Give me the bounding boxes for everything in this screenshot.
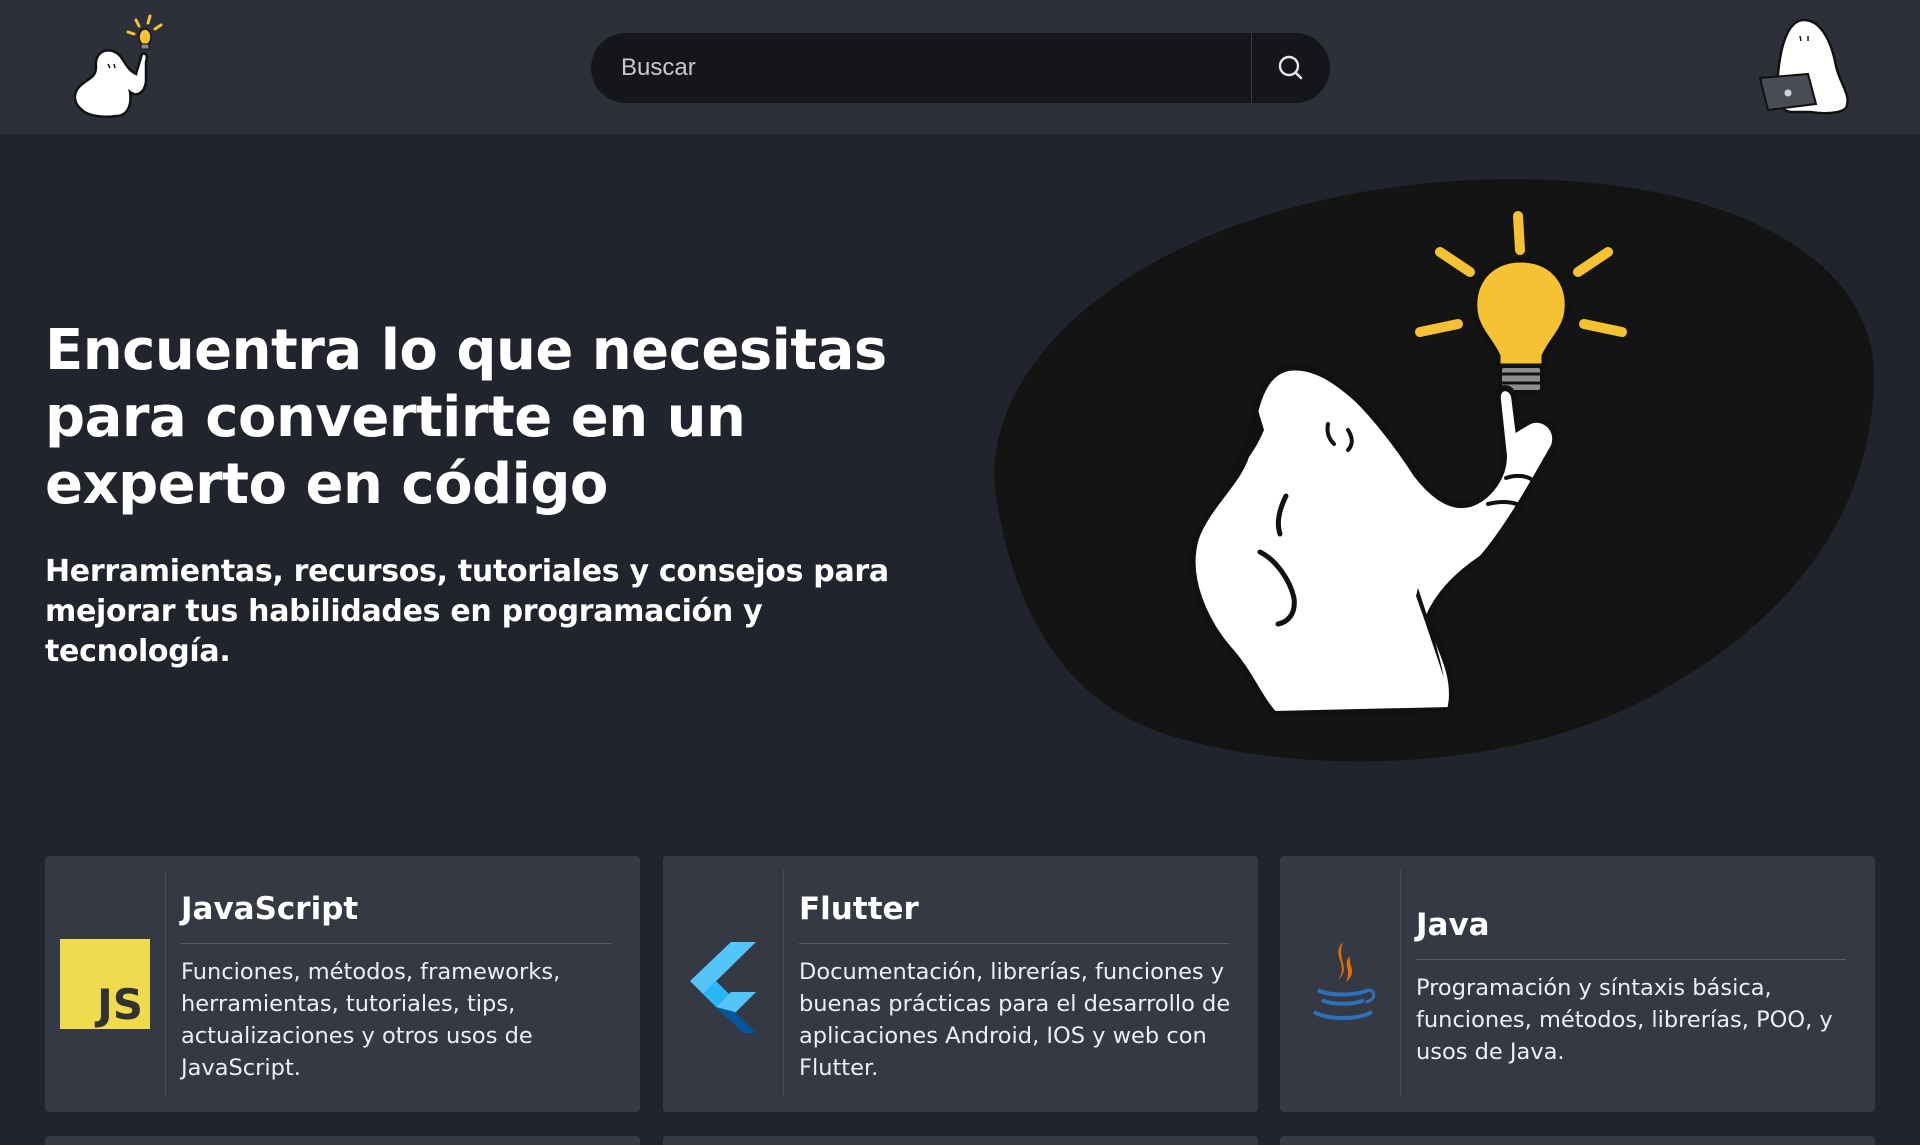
flutter-icon: [690, 942, 756, 1033]
card-title-rule: [1416, 959, 1846, 960]
card-divider: [1400, 870, 1401, 1096]
ghost-idea-illustration: [958, 178, 1878, 768]
search-icon: [1278, 55, 1303, 80]
card-icon-area: [663, 856, 783, 1112]
card-icon-area: JS: [45, 856, 165, 1112]
card-next-row[interactable]: [45, 1136, 640, 1145]
card-title: Flutter: [799, 891, 919, 927]
search-input[interactable]: [591, 33, 1251, 103]
card-next-row[interactable]: [1280, 1136, 1875, 1145]
javascript-icon: JS: [60, 939, 150, 1029]
card-flutter[interactable]: Flutter Documentación, librerías, funcio…: [663, 856, 1258, 1112]
card-description: Documentación, librerías, funciones y bu…: [799, 959, 1231, 1081]
java-icon: [1313, 942, 1376, 1020]
ghost-laptop-icon[interactable]: [1756, 14, 1854, 118]
card-title: Java: [1416, 907, 1490, 943]
search-bar: [591, 33, 1330, 103]
hero-subtitle: Herramientas, recursos, tutoriales y con…: [45, 554, 889, 669]
card-next-row[interactable]: [663, 1136, 1258, 1145]
top-navbar: [0, 0, 1920, 134]
card-description: Programación y síntaxis básica, funcione…: [1416, 975, 1833, 1065]
card-title: JavaScript: [181, 891, 359, 927]
card-javascript[interactable]: JS JavaScript Funciones, métodos, framew…: [45, 856, 640, 1112]
search-button[interactable]: [1252, 33, 1330, 103]
card-java[interactable]: Java Programación y síntaxis básica, fun…: [1280, 856, 1875, 1112]
card-title-rule: [181, 943, 611, 944]
javascript-icon-text: JS: [94, 980, 143, 1029]
ghost-lightbulb-logo-icon[interactable]: [66, 12, 166, 120]
card-divider: [165, 870, 166, 1096]
card-icon-area: [1280, 856, 1400, 1112]
card-description: Funciones, métodos, frameworks, herramie…: [181, 959, 561, 1081]
card-divider: [783, 870, 784, 1096]
card-title-rule: [799, 943, 1229, 944]
hero-title: Encuentra lo que necesitas para converti…: [45, 318, 887, 517]
